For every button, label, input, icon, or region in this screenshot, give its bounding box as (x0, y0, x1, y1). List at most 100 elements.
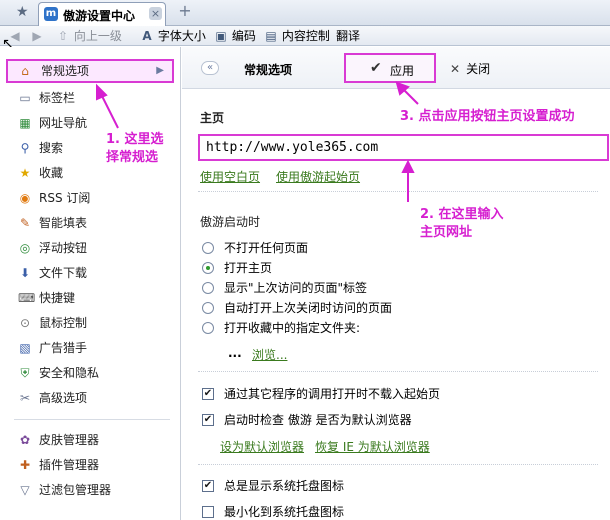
sidebar-item-label: 皮肤管理器 (39, 433, 100, 447)
use-blank-page-link[interactable]: 使用空白页 (200, 168, 260, 185)
tab-icon: ▭ (19, 91, 31, 105)
use-start-page-link[interactable]: 使用傲游起始页 (276, 168, 360, 185)
checkbox-checked[interactable]: ✔ (202, 414, 214, 426)
radio-button[interactable] (202, 242, 214, 254)
sidebar-item-mouse[interactable]: ⊙ 鼠标控制 (6, 311, 174, 335)
ad-hunter-icon: ▧ (19, 341, 31, 355)
home-icon: ⌂ (21, 64, 29, 78)
sidebar-item-label: 标签栏 (39, 91, 76, 105)
sidebar-item-label: 浮动按钮 (39, 241, 88, 255)
collapse-sidebar-button[interactable]: « (201, 61, 219, 75)
option-label: 自动打开上次关闭时访问的页面 (224, 301, 393, 315)
close-icon: ✕ (450, 62, 461, 76)
checkbox[interactable] (202, 506, 214, 518)
up-level-label: 向上一级 (73, 29, 122, 43)
translate-button[interactable]: 翻译 (336, 28, 360, 44)
skin-icon: ✿ (19, 433, 31, 447)
sidebar-item-label: 搜索 (39, 141, 64, 155)
content-control-label: 内容控制 (281, 29, 330, 43)
sidebar-item-label: 收藏 (39, 166, 64, 180)
separator (198, 191, 598, 192)
sidebar-item-label: 网址导航 (39, 116, 88, 130)
sidebar-item-ad-hunter[interactable]: ▧ 广告猎手 (6, 336, 174, 360)
star-icon[interactable]: ★ (16, 4, 29, 20)
filter-icon: ▽ (20, 483, 30, 497)
sidebar-item-security[interactable]: ⛨ 安全和隐私 (6, 361, 174, 385)
close-icon[interactable]: × (149, 7, 162, 20)
font-size-button[interactable]: A 字体大小 (140, 28, 206, 44)
sidebar-item-filter-manager[interactable]: ▽ 过滤包管理器 (6, 478, 174, 502)
homepage-url-input[interactable]: http://www.yole365.com (198, 134, 609, 161)
encoding-button[interactable]: ▣ 编码 (214, 28, 256, 44)
sidebar-item-floating-button[interactable]: ◎ 浮动按钮 (6, 236, 174, 260)
restore-ie-link[interactable]: 恢复 IE 为默认浏览器 (315, 438, 430, 455)
annotation-step3: 3. 点击应用按钮主页设置成功 (400, 109, 575, 124)
apply-button[interactable]: ✔ 应用 (344, 53, 436, 83)
sidebar-item-label: 快捷键 (39, 291, 76, 305)
separator (198, 464, 598, 465)
annotation-step1-line2: 择常规选 (106, 150, 159, 165)
sidebar-item-skin-manager[interactable]: ✿ 皮肤管理器 (6, 428, 174, 452)
radio-button-selected[interactable] (202, 262, 214, 274)
option-label: 打开主页 (224, 261, 273, 275)
up-level-button[interactable]: ⇧ 向上一级 (56, 28, 122, 44)
tab-bar: ★ m 傲游设置中心 × + (0, 0, 610, 26)
sidebar-item-label: 过滤包管理器 (39, 483, 112, 497)
font-size-label: 字体大小 (157, 29, 206, 43)
mouse-icon: ⊙ (19, 316, 31, 330)
option-label: 总是显示系统托盘图标 (224, 479, 345, 493)
form-fill-icon: ✎ (19, 216, 31, 230)
sidebar-item-label: 高级选项 (39, 391, 88, 405)
sidebar: ⌂ 常规选项 ▶ ▭ 标签栏 ▦ 网址导航 ⚲ 搜索 ★ 收藏 ◉ RSS 订阅 ✎ 智能填… (0, 47, 181, 520)
browse-link[interactable]: 浏览... (252, 346, 287, 363)
search-icon: ⚲ (20, 141, 30, 155)
radio-button[interactable] (202, 302, 214, 314)
sidebar-item-label: RSS 订阅 (39, 191, 91, 205)
new-tab-button[interactable]: + (177, 3, 193, 20)
sidebar-item-label: 常规选项 (41, 64, 90, 78)
sidebar-item-plugin-manager[interactable]: ✚ 插件管理器 (6, 453, 174, 477)
sidebar-divider (14, 419, 170, 420)
forward-arrow-icon: ▶ (32, 29, 42, 43)
star-icon: ★ (19, 166, 31, 180)
sidebar-item-label: 插件管理器 (39, 458, 100, 472)
folder-path-value: ... (228, 346, 242, 360)
sidebar-item-advanced[interactable]: ✂ 高级选项 (6, 386, 174, 410)
floating-button-icon: ◎ (19, 241, 31, 255)
tab-settings-center[interactable]: m 傲游设置中心 × (38, 2, 166, 26)
content-control-icon: ▤ (265, 29, 277, 43)
annotation-step2-line1: 2. 在这里输入 (420, 207, 504, 222)
translate-label: 翻译 (336, 29, 361, 43)
sidebar-item-tabs[interactable]: ▭ 标签栏 (6, 86, 174, 110)
set-default-browser-link[interactable]: 设为默认浏览器 (220, 438, 304, 455)
plugin-icon: ✚ (19, 458, 31, 472)
radio-button[interactable] (202, 282, 214, 294)
encoding-label: 编码 (231, 29, 256, 43)
panel-header: « 常规选项 ✔ 应用 ✕ 关闭 (182, 47, 610, 89)
checkbox-checked[interactable]: ✔ (202, 480, 214, 492)
toolbar: ◀ ▶ ⇧ 向上一级 A 字体大小 ▣ 编码 ▤ 内容控制 翻译 (0, 26, 610, 46)
font-size-icon: A (142, 29, 152, 43)
close-button[interactable]: ✕ 关闭 (450, 60, 490, 76)
option-label: 打开收藏中的指定文件夹: (224, 321, 361, 335)
sidebar-item-label: 广告猎手 (39, 341, 88, 355)
shield-icon: ⛨ (20, 366, 30, 380)
annotation-step1-line1: 1. 这里选 (106, 132, 164, 147)
download-icon: ⬇ (19, 266, 31, 280)
sidebar-item-label: 智能填表 (39, 216, 88, 230)
sidebar-item-shortcuts[interactable]: ⌨ 快捷键 (6, 286, 174, 310)
checkmark-icon: ✔ (370, 60, 382, 76)
sidebar-item-form-fill[interactable]: ✎ 智能填表 (6, 211, 174, 235)
sidebar-item-rss[interactable]: ◉ RSS 订阅 (6, 186, 174, 210)
checkbox-checked[interactable]: ✔ (202, 388, 214, 400)
sidebar-item-general[interactable]: ⌂ 常规选项 ▶ (6, 59, 174, 83)
sidebar-item-download[interactable]: ⬇ 文件下载 (6, 261, 174, 285)
chevron-right-icon: ▶ (156, 65, 164, 76)
content-control-button[interactable]: ▤ 内容控制 (264, 28, 330, 44)
forward-button[interactable]: ▶ (30, 28, 44, 44)
homepage-url-value: http://www.yole365.com (206, 140, 379, 155)
rss-icon: ◉ (19, 191, 31, 205)
separator (198, 371, 598, 372)
sidebar-item-label: 安全和隐私 (39, 366, 100, 380)
radio-button[interactable] (202, 322, 214, 334)
